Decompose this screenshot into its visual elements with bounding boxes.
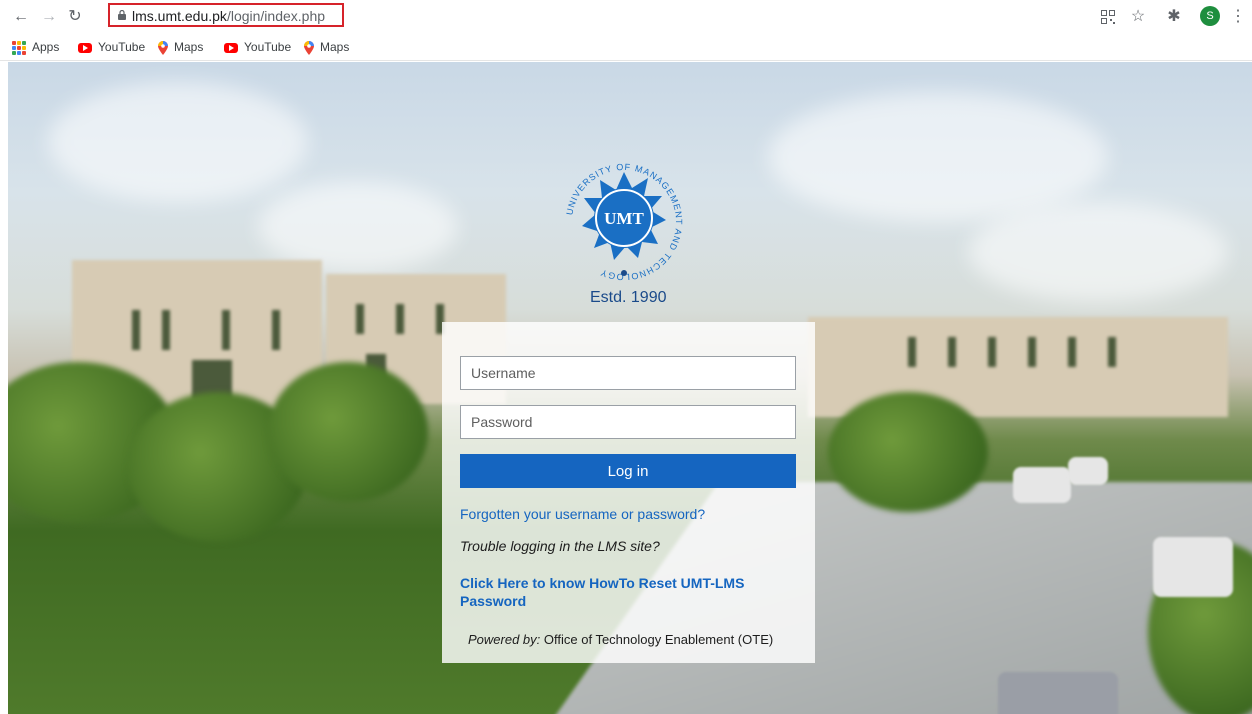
- logo-text: UMT: [604, 209, 644, 228]
- url-host: lms.umt.edu.pk: [132, 8, 227, 24]
- url-path: /login/index.php: [226, 8, 326, 24]
- login-button[interactable]: Log in: [460, 454, 796, 488]
- forward-arrow-icon[interactable]: →: [40, 8, 58, 26]
- reload-icon[interactable]: ↻: [66, 8, 84, 26]
- car: [1013, 467, 1071, 503]
- extensions-puzzle-icon[interactable]: ✱: [1164, 7, 1184, 27]
- maps-icon: [158, 40, 168, 55]
- back-arrow-icon[interactable]: ←: [12, 8, 30, 26]
- youtube-icon: [224, 42, 238, 53]
- forgot-password-link[interactable]: Forgotten your username or password?: [460, 506, 705, 522]
- powered-by-text: Powered by: Office of Technology Enablem…: [468, 632, 773, 647]
- cloud: [768, 92, 1108, 222]
- bookmark-label: Maps: [320, 40, 350, 54]
- trouble-logging-text: Trouble logging in the LMS site?: [460, 538, 660, 554]
- apps-grid-icon: [12, 40, 26, 55]
- bookmark-star-icon[interactable]: ☆: [1128, 7, 1148, 27]
- powered-by-org: Office of Technology Enablement (OTE): [543, 632, 774, 647]
- login-card: Log in Forgotten your username or passwo…: [442, 322, 815, 663]
- car: [1153, 537, 1233, 597]
- bookmarks-bar: Apps YouTube Maps YouTube Maps: [0, 34, 1252, 61]
- bookmark-apps[interactable]: Apps: [12, 38, 59, 56]
- bookmark-maps[interactable]: Maps: [304, 38, 349, 56]
- cloud: [258, 182, 458, 272]
- car: [998, 672, 1118, 714]
- lock-icon: [118, 10, 126, 20]
- reset-password-link[interactable]: Click Here to know HowTo Reset UMT-LMS P…: [460, 574, 780, 610]
- youtube-icon: [78, 42, 92, 53]
- tree: [828, 392, 988, 512]
- bookmark-label: Apps: [32, 40, 60, 54]
- bookmark-label: Maps: [174, 40, 204, 54]
- cloud: [968, 202, 1228, 302]
- bookmark-youtube[interactable]: YouTube: [78, 38, 145, 56]
- bookmark-maps[interactable]: Maps: [158, 38, 203, 56]
- established-year: Estd. 1990: [590, 289, 667, 306]
- powered-by-prefix: Powered by:: [468, 632, 541, 647]
- bookmark-label: YouTube: [244, 40, 292, 54]
- profile-avatar[interactable]: S: [1200, 6, 1220, 26]
- browser-toolbar: ← → ↻ lms.umt.edu.pk/login/index.php ☆ ✱…: [0, 0, 1252, 34]
- username-input[interactable]: [460, 356, 796, 390]
- password-input[interactable]: [460, 405, 796, 439]
- address-bar[interactable]: lms.umt.edu.pk/login/index.php: [108, 3, 344, 27]
- qr-code-icon[interactable]: [1098, 7, 1118, 27]
- maps-icon: [304, 40, 314, 55]
- umt-logo: UMT UNIVERSITY OF MANAGEMENT AND TECHNOL…: [564, 162, 683, 282]
- bookmark-label: YouTube: [98, 40, 146, 54]
- bookmark-youtube[interactable]: YouTube: [224, 38, 291, 56]
- cloud: [48, 82, 308, 202]
- more-menu-icon[interactable]: ⋮: [1230, 7, 1246, 27]
- tree: [268, 362, 428, 502]
- car: [1068, 457, 1108, 485]
- url-text: lms.umt.edu.pk/login/index.php: [132, 8, 325, 24]
